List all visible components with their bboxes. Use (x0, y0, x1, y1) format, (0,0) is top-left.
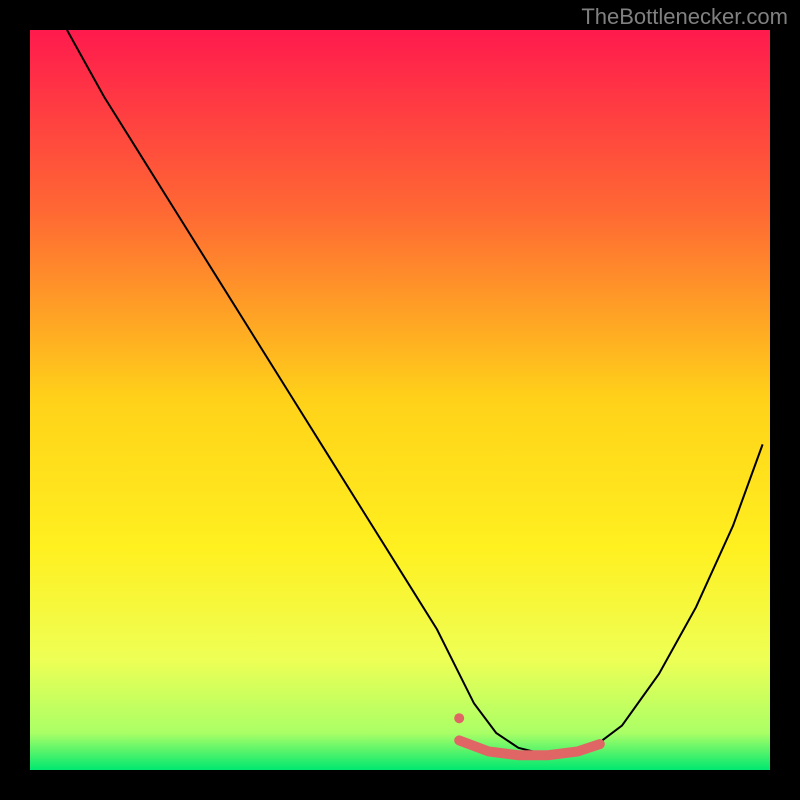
watermark-text: TheBottlenecker.com (581, 4, 788, 30)
chart-svg (30, 30, 770, 770)
highlight-dot-icon (454, 713, 464, 723)
chart-plot (30, 30, 770, 770)
chart-container: TheBottlenecker.com (0, 0, 800, 800)
chart-background (30, 30, 770, 770)
